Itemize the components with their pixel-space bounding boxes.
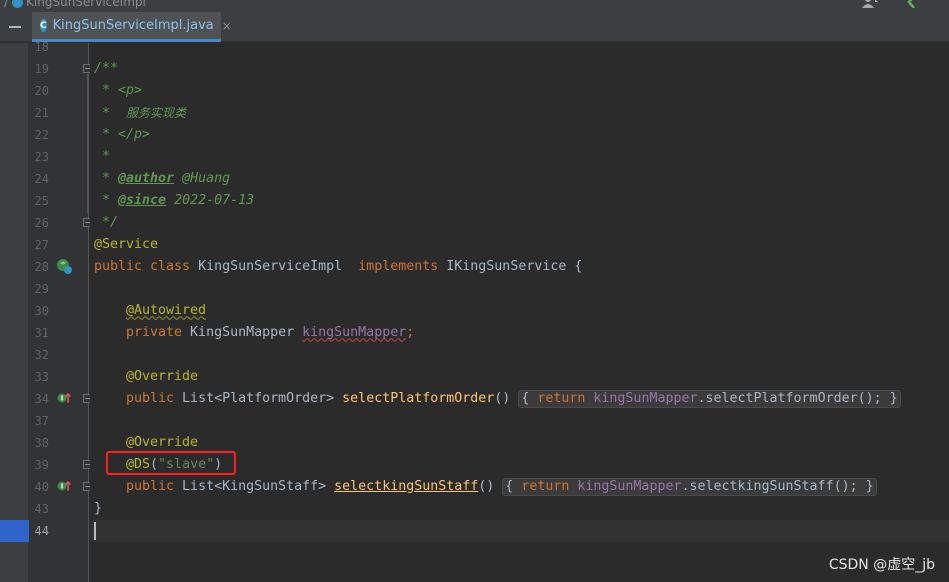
code-line: @Override [126, 369, 199, 384]
code-line: public class KingSunServiceImpl implemen… [94, 259, 583, 274]
tool-window-strip [0, 43, 29, 582]
fold-guide [87, 74, 88, 213]
breadcrumb-item[interactable]: KingSunServiceImpl [26, 0, 146, 9]
current-line-highlight [90, 520, 949, 542]
editor-tab-bar: C KingSunServiceImpl.java × [0, 12, 949, 42]
code-line: * 服务实现类 [94, 106, 187, 121]
close-tab-icon[interactable]: × [222, 19, 232, 33]
line-number: 21 [34, 106, 49, 120]
implements-method-icon[interactable]: I [57, 479, 71, 493]
code-line: private KingSunMapper kingSunMapper; [126, 325, 415, 340]
spring-bean-icon[interactable] [55, 257, 73, 275]
breadcrumb-bar: / KingSunServiceImpl [0, 0, 949, 12]
folded-region[interactable]: { return kingSunMapper.selectkingSunStaf… [502, 478, 877, 496]
line-number: 23 [34, 150, 49, 164]
editor-tab[interactable]: C KingSunServiceImpl.java × [32, 12, 232, 42]
code-line: */ [94, 215, 119, 230]
code-line: } [94, 501, 103, 516]
code-line: @Service [94, 237, 159, 252]
code-line: * @author @Huang [94, 171, 231, 186]
code-line: * [94, 149, 111, 164]
code-line: public List<PlatformOrder> selectPlatfor… [126, 388, 901, 410]
line-number: 25 [34, 194, 49, 208]
line-number: 18 [34, 40, 49, 54]
line-number: 20 [34, 84, 49, 98]
breadcrumb[interactable]: / KingSunServiceImpl [4, 0, 146, 9]
line-number: 32 [34, 348, 49, 362]
line-number: 26 [34, 216, 49, 230]
line-number: 22 [34, 128, 49, 142]
line-number: 30 [34, 304, 49, 318]
breadcrumb-separator: / [4, 0, 9, 9]
line-number: 37 [34, 414, 49, 428]
tab-title: KingSunServiceImpl.java [52, 18, 214, 33]
annotation-highlight-box [106, 451, 236, 475]
svg-text:I: I [61, 483, 64, 491]
line-number: 31 [34, 326, 49, 340]
folded-region[interactable]: { return kingSunMapper.selectPlatformOrd… [518, 390, 901, 408]
code-line: public List<KingSunStaff> selectkingSunS… [126, 476, 877, 498]
selected-tool-indicator [0, 520, 29, 542]
svg-text:I: I [61, 395, 64, 403]
line-number: 29 [34, 282, 49, 296]
line-number-current: 44 [34, 524, 49, 538]
code-line: * @since 2022-07-13 [94, 193, 255, 208]
line-number: 40 [34, 480, 49, 494]
code-editor[interactable]: /** * <p> * 服务实现类 * </p> * * @author @Hu… [90, 43, 949, 582]
text-caret [94, 522, 96, 540]
collapse-icon[interactable] [9, 26, 21, 28]
code-line: * </p> [94, 127, 151, 142]
code-line: /** [94, 61, 119, 76]
class-icon [12, 0, 24, 8]
line-number: 33 [34, 370, 49, 384]
watermark: CSDN @虚空_jb [828, 557, 935, 573]
vcs-update-icon[interactable] [906, 0, 922, 8]
line-number: 28 [34, 260, 49, 274]
line-number: 19 [34, 62, 49, 76]
code-line: @Autowired [126, 303, 207, 318]
line-number: 43 [34, 502, 49, 516]
editor-gutter[interactable]: 18 19 20 21 22 23 24 25 26 27 28 29 30 3… [29, 40, 92, 582]
implements-method-icon[interactable]: I [57, 391, 71, 405]
user-icon[interactable] [862, 0, 878, 8]
line-number: 24 [34, 172, 49, 186]
line-number: 27 [34, 238, 49, 252]
line-number: 34 [34, 392, 49, 406]
java-class-icon: C [40, 19, 47, 32]
line-number: 38 [34, 436, 49, 450]
code-line: * <p> [94, 83, 143, 98]
line-number: 39 [34, 458, 49, 472]
